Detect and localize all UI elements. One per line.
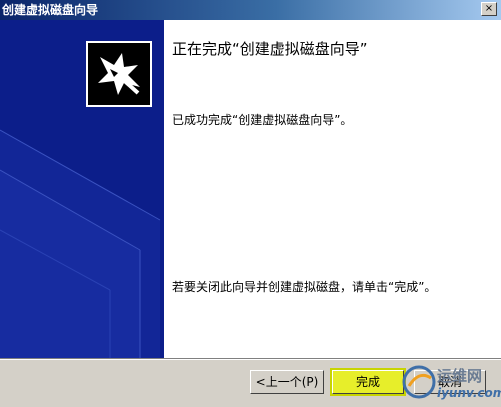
watermark: 运维网 iyunv.com: [393, 361, 501, 407]
wizard-content: 正在完成“创建虚拟磁盘向导” 已成功完成“创建虚拟磁盘向导”。 若要关闭此向导并…: [164, 20, 501, 358]
watermark-chinese: 运维网: [437, 367, 483, 385]
watermark-logo-icon: [402, 365, 436, 399]
close-button[interactable]: ×: [481, 2, 497, 16]
page-title: 正在完成“创建虚拟磁盘向导”: [172, 40, 368, 58]
wizard-magic-icon: [86, 41, 152, 107]
wizard-banner: [0, 20, 164, 358]
button-bar: <上一个(P) 完成 取消 运维网 iyunv.com: [0, 360, 501, 407]
window-title: 创建虚拟磁盘向导: [2, 3, 99, 17]
back-button[interactable]: <上一个(P): [250, 370, 324, 394]
watermark-english: iyunv.com: [437, 386, 501, 400]
close-instruction: 若要关闭此向导并创建虚拟磁盘，请单击“完成”。: [172, 280, 437, 294]
wizard-window: 创建虚拟磁盘向导 × 正在完成“创建虚拟磁盘向导” 已成功完成“创建虚拟磁盘向导…: [0, 0, 501, 407]
completion-message: 已成功完成“创建虚拟磁盘向导”。: [172, 113, 353, 127]
title-bar[interactable]: 创建虚拟磁盘向导 ×: [0, 0, 501, 20]
